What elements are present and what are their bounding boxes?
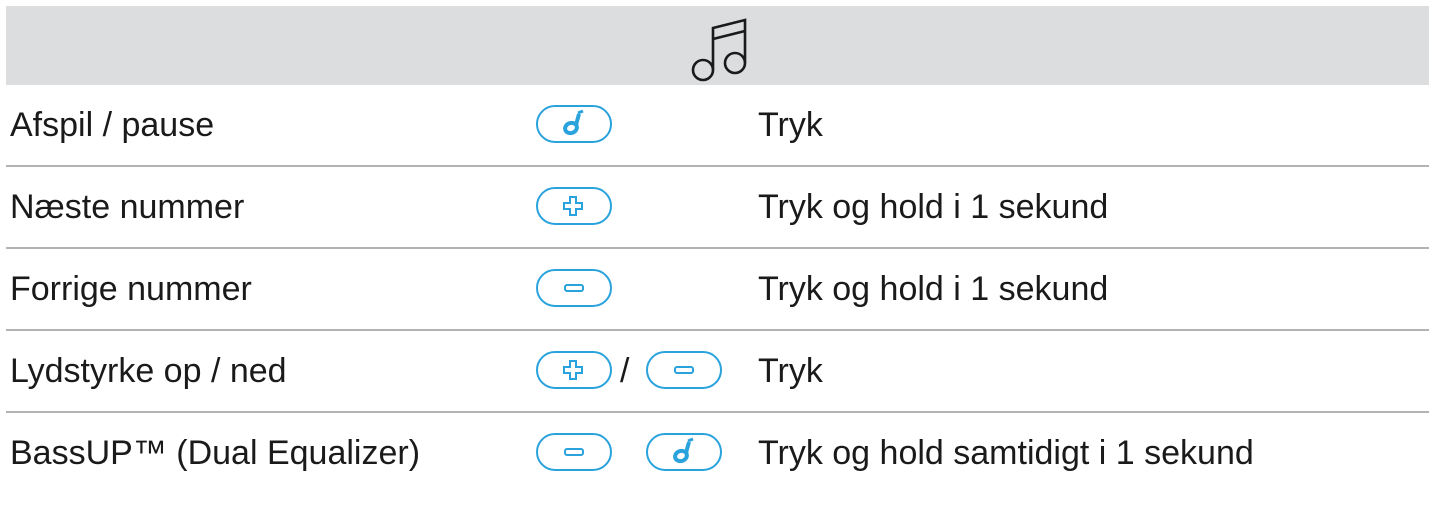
minus-icon <box>564 448 584 456</box>
table-row: Forrige nummer Tryk og hold i 1 sekund <box>6 249 1429 331</box>
music-notes-icon <box>691 18 747 82</box>
minus-icon <box>564 284 584 292</box>
plus-icon <box>563 360 583 380</box>
table-header <box>6 6 1429 85</box>
row-label: Forrige nummer <box>10 270 252 308</box>
play-icon <box>563 109 584 136</box>
row-label: BassUP™ (Dual Equalizer) <box>10 434 421 472</box>
separator-slash: / <box>620 352 630 390</box>
minus-icon <box>674 366 694 374</box>
row-label: Lydstyrke op / ned <box>10 352 287 390</box>
plus-button[interactable] <box>536 351 612 389</box>
row-action: Tryk og hold i 1 sekund <box>758 188 1109 226</box>
row-action: Tryk <box>758 352 823 390</box>
row-label: Næste nummer <box>10 188 245 226</box>
play-button[interactable] <box>646 433 722 471</box>
minus-button[interactable] <box>536 269 612 307</box>
table-row: Afspil / pause Tryk <box>6 85 1429 167</box>
minus-button[interactable] <box>536 433 612 471</box>
row-action: Tryk og hold i 1 sekund <box>758 270 1109 308</box>
table-row: BassUP™ (Dual Equalizer) Tryk og hold sa… <box>6 413 1429 493</box>
play-button[interactable] <box>536 105 612 143</box>
minus-button[interactable] <box>646 351 722 389</box>
plus-icon <box>563 196 583 216</box>
row-label: Afspil / pause <box>10 106 215 144</box>
row-action: Tryk og hold samtidigt i 1 sekund <box>758 434 1254 472</box>
play-icon <box>673 437 694 464</box>
row-action: Tryk <box>758 106 823 144</box>
plus-button[interactable] <box>536 187 612 225</box>
table-row: Næste nummer Tryk og hold i 1 sekund <box>6 167 1429 249</box>
table-row: Lydstyrke op / ned / Tryk <box>6 331 1429 413</box>
